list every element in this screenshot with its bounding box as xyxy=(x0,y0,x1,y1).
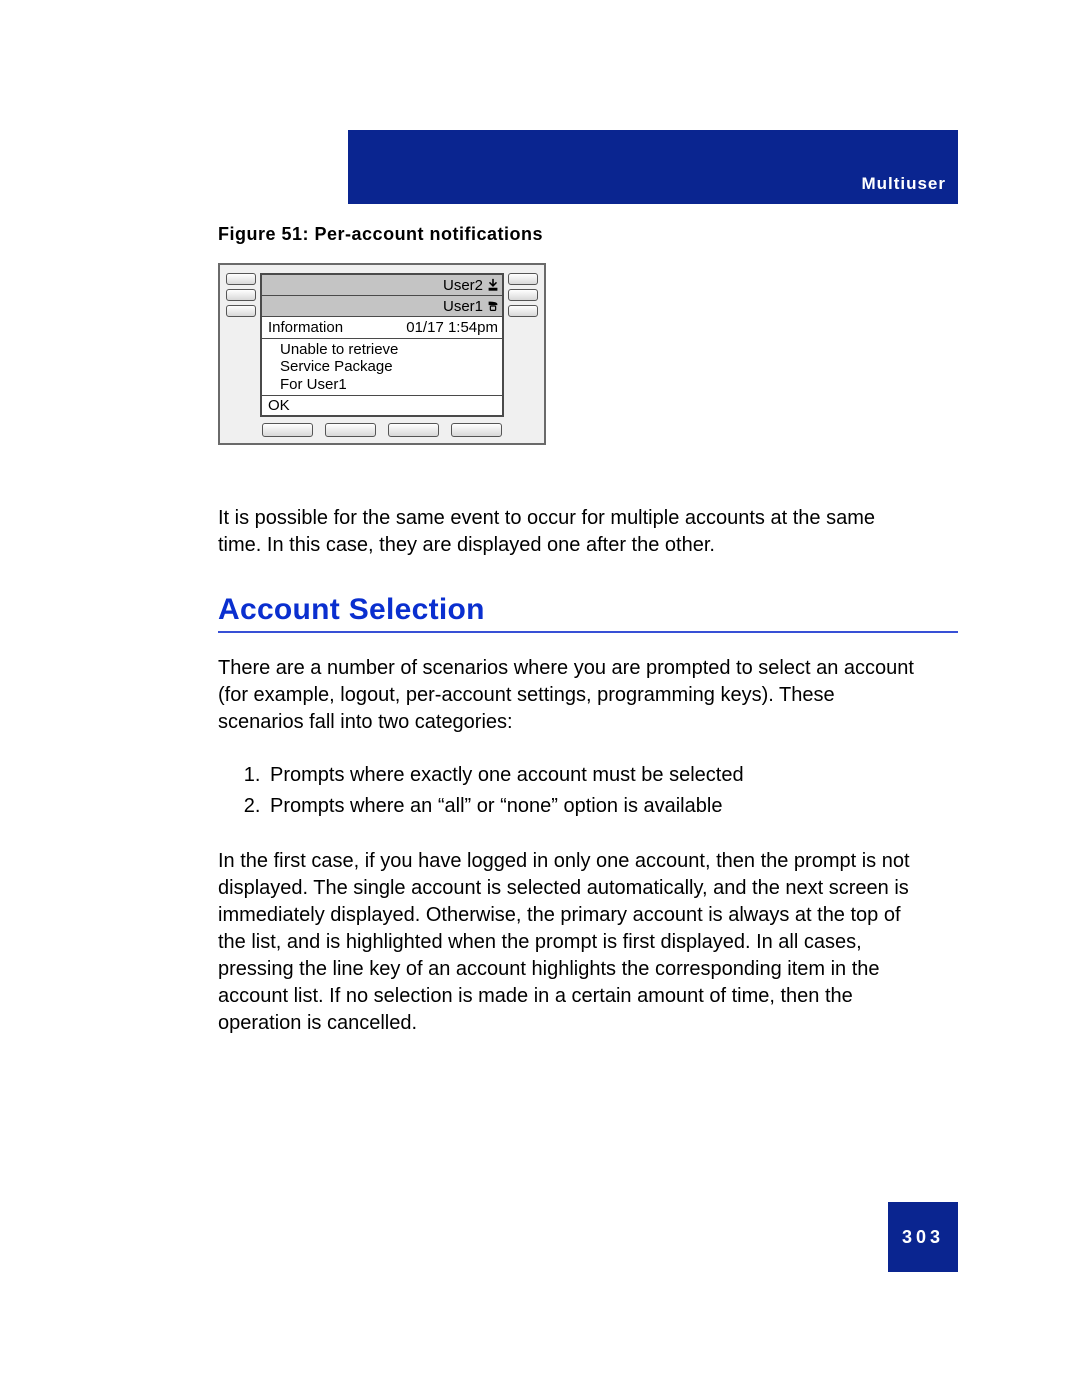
soft-key[interactable] xyxy=(451,423,502,437)
section-heading: Account Selection xyxy=(218,593,958,627)
timestamp: 01/17 1:54pm xyxy=(406,319,498,336)
paragraph: In the first case, if you have logged in… xyxy=(218,848,918,1037)
header-banner: Multiuser xyxy=(348,130,958,204)
lcd-user-row: User2 xyxy=(262,275,502,296)
line-key[interactable] xyxy=(508,305,538,317)
numbered-list: Prompts where exactly one account must b… xyxy=(218,760,946,822)
figure-caption: Figure 51: Per-account notifications xyxy=(218,224,958,245)
page-content: Figure 51: Per-account notifications Use… xyxy=(218,224,958,1061)
line-key[interactable] xyxy=(226,289,256,301)
ok-softkey-label[interactable]: OK xyxy=(262,395,502,415)
phone-icon xyxy=(486,299,500,313)
list-item: Prompts where exactly one account must b… xyxy=(266,760,946,791)
msg-line: Service Package xyxy=(280,358,496,375)
msg-line: Unable to retrieve xyxy=(280,341,496,358)
user2-label: User2 xyxy=(443,277,483,294)
soft-key[interactable] xyxy=(262,423,313,437)
soft-key[interactable] xyxy=(388,423,439,437)
header-section-label: Multiuser xyxy=(861,174,946,194)
line-key[interactable] xyxy=(226,273,256,285)
page-number: 303 xyxy=(902,1227,944,1248)
figure-51: User2 User1 Information 01/17 1:54pm xyxy=(218,263,546,445)
paragraph: There are a number of scenarios where yo… xyxy=(218,655,918,736)
right-line-keys xyxy=(508,273,538,417)
line-key[interactable] xyxy=(508,273,538,285)
download-icon xyxy=(486,278,500,292)
page-number-block: 303 xyxy=(888,1202,958,1272)
lcd-message: Unable to retrieve Service Package For U… xyxy=(262,339,502,395)
info-label: Information xyxy=(268,319,343,336)
paragraph: It is possible for the same event to occ… xyxy=(218,505,918,559)
list-item: Prompts where an “all” or “none” option … xyxy=(266,791,946,822)
user1-label: User1 xyxy=(443,298,483,315)
line-key[interactable] xyxy=(226,305,256,317)
lcd-info-row: Information 01/17 1:54pm xyxy=(262,317,502,339)
lcd-screen: User2 User1 Information 01/17 1:54pm xyxy=(260,273,504,417)
section-rule xyxy=(218,631,958,633)
msg-line: For User1 xyxy=(280,376,496,393)
soft-key[interactable] xyxy=(325,423,376,437)
line-key[interactable] xyxy=(508,289,538,301)
left-line-keys xyxy=(226,273,256,417)
soft-keys-row xyxy=(262,423,502,437)
lcd-user-row: User1 xyxy=(262,296,502,317)
